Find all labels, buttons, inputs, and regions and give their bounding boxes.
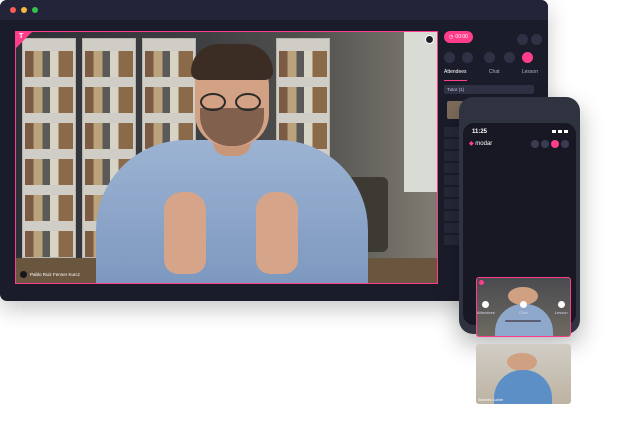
pen-icon[interactable] [462,52,473,63]
window-title-bar [0,0,548,20]
attendees-icon [482,301,490,308]
chat-icon[interactable] [531,140,539,148]
speaker-person [96,42,368,283]
phone-device: 11:25 ◆ modar Sanchez Lucine Attendees C… [459,97,580,404]
home-indicator [505,320,541,322]
lesson-icon [557,301,565,308]
clock-icon: ◷ [449,34,454,40]
microphone-icon [20,271,27,278]
tab-lesson[interactable]: Lesson [522,69,538,81]
tile-caption: Sanchez Lucine [478,398,503,402]
sidebar-tabs: Attendees Chat Lesson [444,69,538,81]
camera-icon[interactable] [504,52,515,63]
settings-icon[interactable] [517,34,528,45]
tutor-badge-label: T [19,33,24,40]
leave-icon[interactable] [561,140,569,148]
record-icon[interactable] [551,140,559,148]
tutor-search-field[interactable]: Tutor (1) [444,85,534,94]
nav-attendees[interactable]: Attendees [472,301,500,315]
speaker-indicator [479,280,484,285]
nav-chat[interactable]: Chat [509,301,537,315]
window-light [404,32,437,192]
phone-header-icons [531,140,569,148]
bookshelf [22,38,76,258]
main-video-tile[interactable]: T Pablo Ruiz Fenner Kurcz [15,31,438,284]
phone-screen: 11:25 ◆ modar Sanchez Lucine Attendees C… [463,123,576,404]
tab-chat[interactable]: Chat [489,69,500,81]
share-icon[interactable] [484,52,495,63]
session-timer[interactable]: ◷ 00:00 [444,31,473,43]
phone-bottom-nav: Attendees Chat Lesson [467,299,580,317]
close-window-button[interactable] [10,7,16,13]
phone-time: 11:25 [472,129,488,135]
timer-label: 00:00 [455,34,468,40]
camera-icon[interactable] [541,140,549,148]
participant-name: Pablo Ruiz Fenner Kurcz [30,272,81,277]
leave-icon[interactable] [531,34,542,45]
video-tile[interactable]: Sanchez Lucine [476,344,571,404]
record-icon[interactable] [522,52,533,63]
more-options-icon[interactable] [425,35,434,44]
nav-lesson[interactable]: Lesson [547,301,575,315]
chat-icon [519,301,527,308]
status-icons [552,130,568,133]
minimize-window-button[interactable] [21,7,27,13]
chat-icon[interactable] [444,52,455,63]
participant-name-label: Pablo Ruiz Fenner Kurcz [20,270,80,279]
maximize-window-button[interactable] [32,7,38,13]
tab-attendees[interactable]: Attendees [444,69,467,81]
brand-logo: ◆ modar [469,141,493,147]
phone-header: ◆ modar [469,140,569,151]
